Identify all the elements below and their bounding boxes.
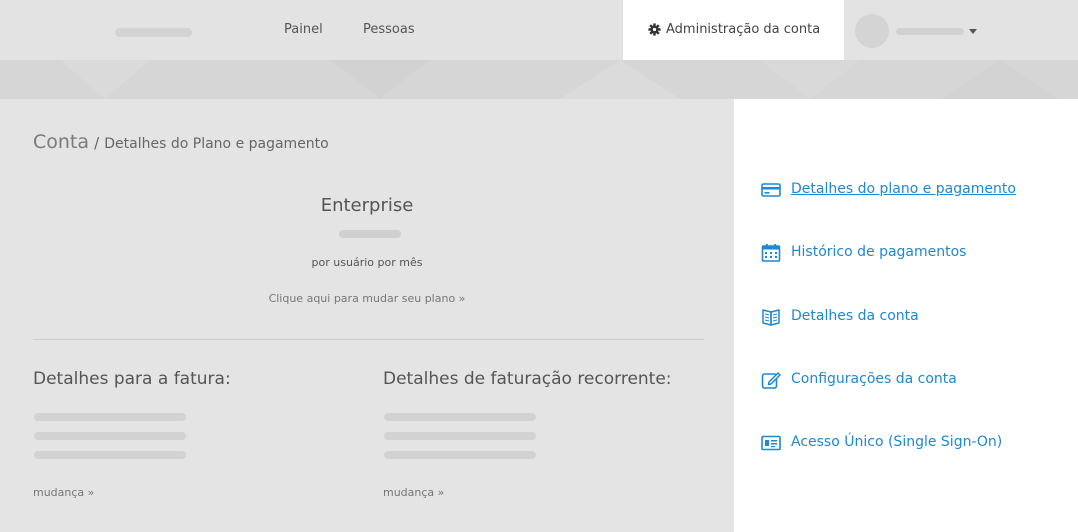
main-content: Conta / Detalhes do Plano e pagamento En… <box>0 99 734 532</box>
chevron-down-icon[interactable] <box>969 29 977 34</box>
tab-account-admin-label: Administração da conta <box>666 22 821 37</box>
sidebar-item-payment-history[interactable]: Histórico de pagamentos <box>761 242 1061 264</box>
sidebar-item-label: Histórico de pagamentos <box>791 244 967 260</box>
breadcrumb-current: Detalhes do Plano e pagamento <box>104 136 329 152</box>
book-icon <box>762 309 780 326</box>
nav-painel-link[interactable]: Painel <box>284 22 323 37</box>
breadcrumb: Conta / Detalhes do Plano e pagamento <box>33 131 329 153</box>
edit-icon <box>761 372 781 389</box>
sidebar-item-label: Detalhes da conta <box>791 308 919 324</box>
recurring-billing-heading: Detalhes de faturação recorrente: <box>383 369 672 389</box>
invoice-placeholder-line <box>34 432 186 440</box>
recurring-change-link[interactable]: mudança » <box>383 486 444 499</box>
plan-price-unit: por usuário por mês <box>311 256 423 269</box>
breadcrumb-root[interactable]: Conta <box>33 131 89 153</box>
sidebar-item-plan-payment[interactable]: Detalhes do plano e pagamento <box>761 179 1061 201</box>
credit-card-icon <box>761 183 781 197</box>
sidebar-item-label: Detalhes do plano e pagamento <box>791 181 1016 197</box>
breadcrumb-separator: / <box>94 134 100 152</box>
id-card-icon <box>761 435 781 451</box>
banner-pattern <box>60 60 1060 99</box>
sidebar-item-account-settings[interactable]: Configurações da conta <box>761 369 1061 391</box>
avatar[interactable] <box>855 14 889 48</box>
change-plan-link-text[interactable]: Clique aqui para mudar seu plano » <box>269 292 466 305</box>
user-name-placeholder[interactable] <box>896 28 964 35</box>
invoice-placeholder-line <box>34 413 186 421</box>
top-navigation: Painel Pessoas Administração da conta <box>0 0 1078 60</box>
logo-placeholder[interactable] <box>115 28 192 37</box>
change-plan-link: Clique aqui para mudar seu plano » <box>0 292 734 305</box>
sidebar-item-label: Acesso Único (Single Sign-On) <box>791 434 1003 450</box>
section-divider <box>33 339 704 340</box>
invoice-change-link[interactable]: mudança » <box>33 486 94 499</box>
recurring-placeholder-line <box>384 432 536 440</box>
sidebar-item-account-details[interactable]: Detalhes da conta <box>761 306 1061 328</box>
recurring-placeholder-line <box>384 413 536 421</box>
header-banner <box>0 60 1078 99</box>
nav-pessoas-link[interactable]: Pessoas <box>363 22 415 37</box>
account-sidebar: Detalhes do plano e pagamento Histórico … <box>734 99 1078 532</box>
calendar-icon <box>761 244 781 262</box>
invoice-placeholder-line <box>34 451 186 459</box>
invoice-details-heading: Detalhes para a fatura: <box>33 369 231 389</box>
plan-name: Enterprise <box>320 195 414 216</box>
sidebar-item-label: Configurações da conta <box>791 371 957 387</box>
sidebar-item-single-sign-on[interactable]: Acesso Único (Single Sign-On) <box>761 432 1061 454</box>
tab-account-admin[interactable]: Administração da conta <box>623 0 844 60</box>
gear-icon <box>648 23 661 36</box>
recurring-placeholder-line <box>384 451 536 459</box>
plan-price-placeholder <box>339 230 401 238</box>
